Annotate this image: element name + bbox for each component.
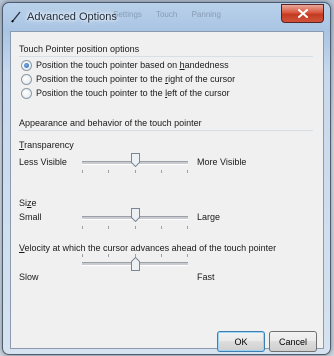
- radio-label: Position the touch pointer to the left o…: [36, 88, 230, 98]
- close-button[interactable]: [281, 4, 324, 23]
- background-tab: Panning: [191, 10, 221, 19]
- transparency-slider-thumb[interactable]: [131, 153, 140, 167]
- cancel-button[interactable]: Cancel: [269, 331, 317, 352]
- group-divider: [19, 130, 313, 131]
- size-label: Size: [19, 198, 37, 208]
- title-bar[interactable]: Advanced Options Settings Touch Panning: [3, 3, 330, 31]
- slider-tick: [187, 170, 188, 173]
- transparency-max-label: More Visible: [197, 157, 247, 167]
- close-icon: [297, 9, 308, 18]
- pen-icon: [11, 11, 21, 23]
- background-tab: Touch: [155, 10, 178, 19]
- slider-tick: [187, 254, 188, 257]
- radio-button[interactable]: [21, 73, 32, 85]
- slider-tick: [135, 226, 136, 229]
- advanced-options-dialog: Advanced Options Settings Touch Panning …: [2, 2, 331, 355]
- transparency-min-label: Less Visible: [19, 157, 67, 167]
- velocity-slider-thumb[interactable]: [131, 257, 140, 271]
- appearance-group-title: Appearance and behavior of the touch poi…: [19, 118, 202, 128]
- transparency-label: Transparency: [19, 140, 74, 150]
- slider-tick: [161, 170, 162, 173]
- slider-tick: [135, 170, 136, 173]
- radio-button[interactable]: [21, 59, 32, 71]
- slider-tick: [108, 170, 109, 173]
- background-tabs: Settings Touch Panning: [113, 10, 233, 19]
- slider-tick: [161, 226, 162, 229]
- dialog-body: Touch Pointer position options Position …: [10, 31, 324, 352]
- position-group-title: Touch Pointer position options: [19, 44, 140, 54]
- ok-button[interactable]: OK: [217, 331, 265, 352]
- slider-tick: [187, 226, 188, 229]
- slider-tick: [108, 226, 109, 229]
- velocity-min-label: Slow: [19, 272, 39, 282]
- radio-label: Position the touch pointer to the right …: [36, 74, 236, 84]
- slider-tick: [108, 254, 109, 257]
- group-divider: [19, 56, 313, 57]
- background-tab: Settings: [113, 10, 142, 19]
- velocity-label: Velocity at which the cursor advances ah…: [19, 243, 277, 253]
- radio-label: Position the touch pointer based on hand…: [36, 60, 229, 70]
- size-max-label: Large: [197, 212, 221, 222]
- radio-right-of-cursor[interactable]: Position the touch pointer to the right …: [21, 73, 235, 85]
- size-min-label: Small: [19, 212, 42, 222]
- slider-tick: [161, 254, 162, 257]
- radio-left-of-cursor[interactable]: Position the touch pointer to the left o…: [21, 87, 230, 99]
- radio-handedness[interactable]: Position the touch pointer based on hand…: [21, 59, 229, 71]
- slider-tick: [82, 254, 83, 257]
- window-title: Advanced Options: [27, 11, 117, 23]
- radio-button[interactable]: [21, 87, 32, 99]
- slider-tick: [82, 170, 83, 173]
- velocity-max-label: Fast: [197, 272, 215, 282]
- slider-tick: [82, 226, 83, 229]
- size-slider-thumb[interactable]: [131, 208, 140, 222]
